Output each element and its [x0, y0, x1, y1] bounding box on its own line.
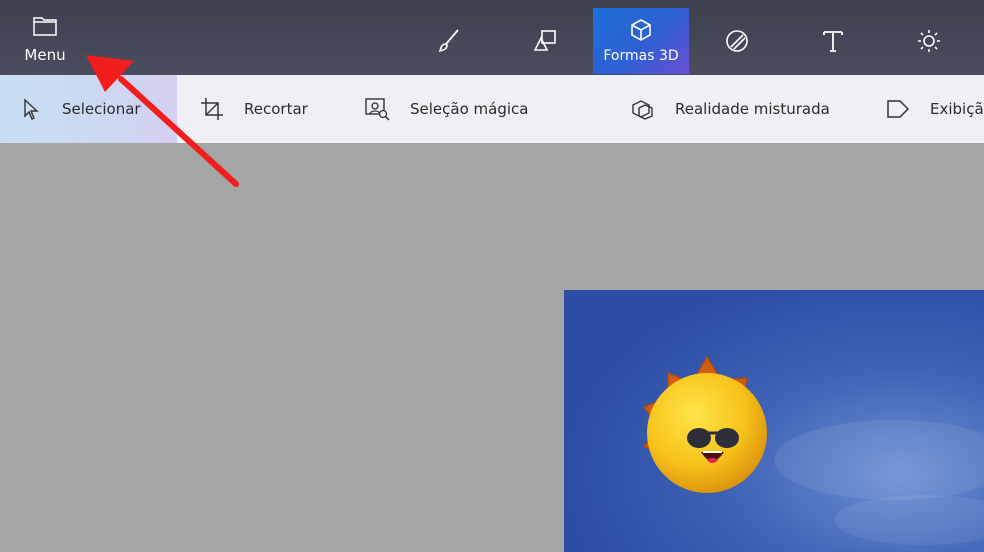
crop-button[interactable]: Recortar: [200, 75, 308, 143]
text-icon: [823, 31, 843, 52]
select-cursor-icon: [24, 98, 39, 120]
tool-effects[interactable]: [881, 8, 977, 74]
mixed-reality-label: Realidade misturada: [675, 100, 830, 118]
tool-brushes[interactable]: [401, 8, 497, 74]
crop-label: Recortar: [244, 100, 308, 118]
canvas-image[interactable]: [564, 290, 984, 552]
menu-button[interactable]: Menu: [14, 8, 76, 68]
mixed-reality-button[interactable]: Realidade misturada: [631, 75, 830, 143]
mixed-reality-icon: [632, 100, 653, 120]
menu-label: Menu: [24, 46, 66, 64]
view-3d-button[interactable]: Exibição: [886, 75, 984, 143]
brush-icon: [438, 29, 459, 53]
select-label: Selecionar: [62, 100, 141, 118]
folder-icon: [33, 17, 57, 36]
cube-3d-icon: [631, 19, 651, 41]
tool-3d-shapes-label: Formas 3D: [603, 48, 679, 64]
magic-select-icon: [365, 98, 390, 121]
magic-select-button[interactable]: Seleção mágica: [364, 75, 528, 143]
sun-3d-model[interactable]: [564, 290, 984, 552]
view-3d-label: Exibição: [930, 100, 984, 118]
sticker-icon: [726, 30, 748, 52]
tool-text[interactable]: [785, 8, 881, 74]
view-3d-icon: [887, 100, 910, 118]
secondary-toolbar: Selecionar Recortar Seleção mágica Reali…: [0, 75, 984, 144]
effects-icon: [918, 30, 940, 52]
tool-3d-shapes[interactable]: Formas 3D: [593, 8, 689, 74]
shapes-2d-icon: [533, 30, 556, 51]
select-button[interactable]: Selecionar: [22, 75, 141, 143]
crop-icon: [201, 98, 223, 120]
tool-stickers[interactable]: [689, 8, 785, 74]
top-toolbar: Menu Formas 3D: [0, 0, 984, 75]
tool-2d-shapes[interactable]: [497, 8, 593, 74]
magic-select-label: Seleção mágica: [410, 100, 529, 118]
